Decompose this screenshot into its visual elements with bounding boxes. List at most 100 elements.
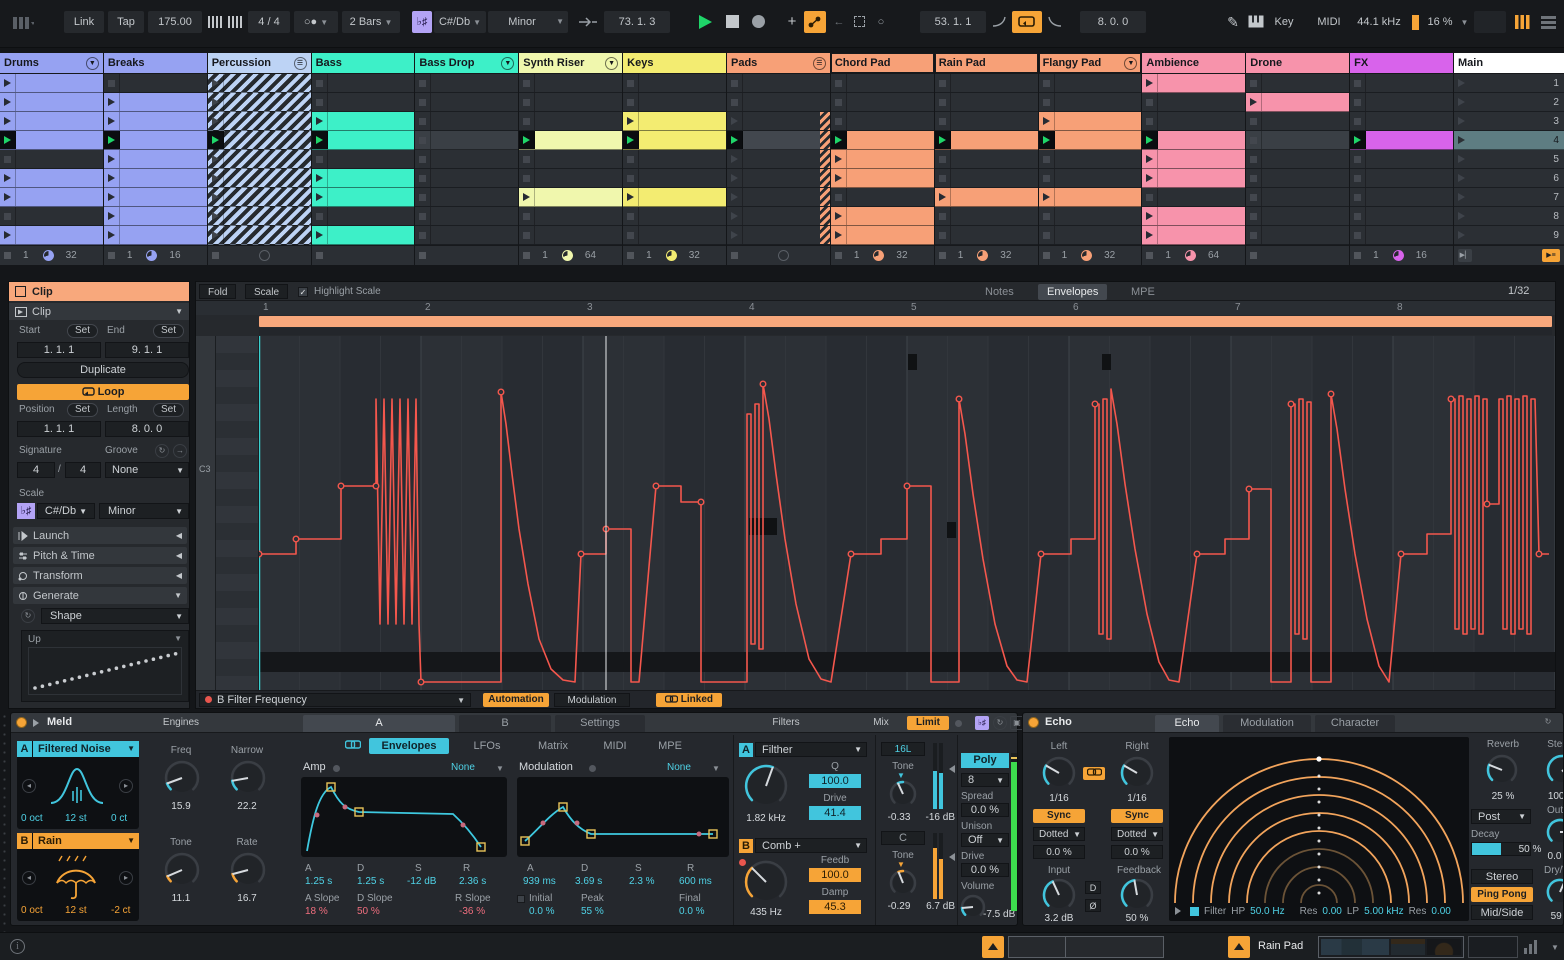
clip-slot[interactable] [1142, 207, 1246, 226]
engine-a-next-icon[interactable]: ▸ [119, 779, 133, 793]
clip-launch-button[interactable] [831, 188, 847, 206]
clip-launch-button[interactable] [519, 112, 536, 130]
shape-menu[interactable]: Shape ▼ [41, 608, 189, 624]
clip-launch-button[interactable] [208, 93, 224, 111]
track-status-cell[interactable] [415, 245, 519, 265]
clip-launch-button[interactable] [1246, 169, 1263, 187]
engine-b-next-icon[interactable]: ▸ [119, 871, 133, 885]
amp-env-graph[interactable] [301, 777, 507, 857]
cpu-chevron-icon[interactable]: ▼ [1456, 11, 1470, 33]
clip-launch-button[interactable] [104, 112, 120, 130]
track-status-cell[interactable]: 1 32 [830, 245, 934, 265]
scene-play-icon[interactable] [1454, 131, 1470, 149]
clip-launch-button[interactable] [1142, 188, 1159, 206]
clip-launch-button[interactable] [0, 188, 16, 206]
clip-slot[interactable] [623, 150, 726, 169]
clip-launch-button[interactable] [934, 131, 951, 149]
loop-button[interactable]: Loop [17, 384, 189, 400]
pingpong-mode-button[interactable]: Ping Pong [1471, 887, 1533, 902]
clip-position-field[interactable]: 1. 1. 1 [17, 421, 101, 437]
clip-slot[interactable] [519, 131, 623, 150]
clip-slot[interactable] [103, 226, 207, 245]
meld-tab-b[interactable]: B [459, 715, 551, 732]
highlight-scale-checkbox[interactable]: ✓ [298, 286, 308, 298]
clip-slot[interactable] [623, 93, 726, 112]
clip-slot[interactable] [0, 131, 103, 150]
quantize-menu[interactable]: ○● ▼ [294, 11, 338, 33]
clip-slot[interactable] [934, 74, 1038, 93]
clip-slot[interactable] [0, 169, 103, 188]
device-on-led[interactable] [16, 717, 27, 728]
clip-launch-button[interactable] [1246, 207, 1263, 225]
duplicate-button[interactable]: Duplicate [17, 362, 189, 378]
clip-launch-button[interactable] [1142, 207, 1159, 225]
clip-launch-button[interactable] [1039, 74, 1055, 92]
clip-launch-button[interactable] [312, 207, 328, 225]
clip-launch-button[interactable] [623, 150, 640, 168]
echo-tab-character[interactable]: Character [1315, 715, 1395, 732]
clip-slot[interactable] [0, 93, 103, 112]
freq-value[interactable]: 15.9 [151, 801, 211, 812]
track-stop-icon[interactable] [107, 252, 115, 259]
echo-right-mode-menu[interactable]: Dotted ▼ [1111, 827, 1163, 841]
pitch-time-section[interactable]: Pitch & Time ◀ [13, 547, 187, 564]
amp-dslope-value[interactable]: 50 % [357, 906, 380, 917]
clip-launch-button[interactable] [312, 150, 328, 168]
clip-launch-button[interactable] [623, 226, 640, 244]
clip-launch-button[interactable] [519, 207, 536, 225]
clip-launch-button[interactable] [623, 112, 640, 130]
clip-launch-button[interactable] [208, 169, 224, 187]
clip-slot[interactable] [207, 112, 311, 131]
echo-left-sync-button[interactable]: Sync [1033, 809, 1085, 823]
scene-slot[interactable]: 3 [1453, 112, 1564, 131]
tempo-field[interactable]: 175.00 [148, 11, 202, 33]
filter-a-freq-knob[interactable] [743, 763, 789, 812]
tab-envelopes[interactable]: Envelopes [1038, 284, 1108, 300]
clip-launch-button[interactable] [831, 169, 847, 187]
clip-slot[interactable] [1142, 169, 1246, 188]
clip-slot[interactable] [934, 93, 1038, 112]
metronome-icon[interactable] [206, 11, 244, 33]
clip-launch-button[interactable] [1350, 112, 1367, 130]
clip-slot[interactable] [1038, 226, 1142, 245]
clip-launch-button[interactable] [1246, 188, 1263, 206]
clip-slot[interactable] [415, 112, 519, 131]
scene-play-icon[interactable] [1454, 150, 1470, 168]
track-status-cell[interactable] [311, 245, 415, 265]
clip-slot[interactable] [934, 131, 1038, 150]
engine-a-menu[interactable]: Filtered Noise ▼ [33, 741, 139, 757]
loop-switch[interactable] [1012, 11, 1042, 33]
clip-slot[interactable] [103, 169, 207, 188]
automation-arm-button[interactable] [804, 11, 826, 33]
set-start-button[interactable]: Set [67, 324, 99, 338]
track-stop-icon[interactable] [1042, 252, 1050, 259]
shape-preset-name[interactable]: Up [28, 634, 41, 645]
clip-launch-button[interactable] [104, 74, 120, 92]
clip-launch-button[interactable] [727, 93, 743, 111]
clip-slot[interactable] [519, 93, 623, 112]
clip-launch-button[interactable] [1350, 207, 1367, 225]
shape-preset-chevron-icon[interactable]: ▼ [174, 634, 182, 645]
clip-launch-button[interactable] [104, 207, 120, 225]
echo-on-led[interactable] [1028, 717, 1039, 728]
clip-launch-button[interactable] [415, 207, 432, 225]
clip-slot[interactable] [1038, 150, 1142, 169]
beat-time-ruler[interactable]: 1 2 3 4 5 6 7 8 [196, 301, 1555, 315]
scene-play-icon[interactable] [1454, 93, 1470, 111]
echo-right-sync-button[interactable]: Sync [1111, 809, 1163, 823]
stop-button[interactable] [722, 11, 742, 33]
clip-slot[interactable] [623, 112, 726, 131]
clip-slot[interactable] [934, 112, 1038, 131]
clip-launch-button[interactable] [104, 93, 120, 111]
clip-launch-button[interactable] [519, 188, 536, 206]
clip-launch-button[interactable] [0, 150, 16, 168]
clip-slot[interactable] [103, 74, 207, 93]
unison-menu[interactable]: Off ▼ [961, 833, 1009, 847]
envelope-grid[interactable]: C3 [196, 336, 1555, 690]
clip-slot[interactable] [1350, 93, 1453, 112]
engine-b-menu[interactable]: Rain ▼ [33, 833, 139, 849]
track-status-cell[interactable]: 1 32 [1038, 245, 1142, 265]
clip-activator-checkbox[interactable] [15, 286, 26, 297]
clip-launch-button[interactable] [727, 207, 743, 225]
clip-slot[interactable] [1246, 207, 1350, 226]
